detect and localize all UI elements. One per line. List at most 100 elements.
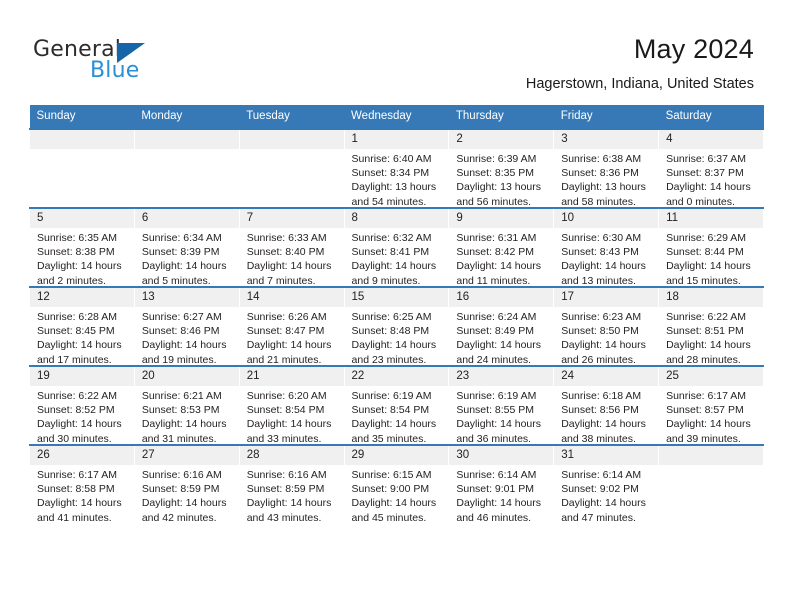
calendar-day-cell[interactable]: 6 Sunrise: 6:34 AM Sunset: 8:39 PM Daylight… (133, 207, 240, 287)
calendar-day-cell[interactable]: 10 Sunrise: 6:30 AM Sunset: 8:43 PM Dayligh… (553, 207, 660, 287)
day-cell-inner: 25 Sunrise: 6:17 AM Sunset: 8:57 PM Dayligh… (659, 367, 763, 444)
calendar-body: 1 Sunrise: 6:40 AM Sunset: 8:34 PM Daylight… (29, 128, 764, 523)
sunset-text: Sunset: 9:01 PM (456, 483, 535, 496)
day-cell-inner: 6 Sunrise: 6:34 AM Sunset: 8:39 PM Daylight… (134, 209, 239, 286)
sunset-text: Sunset: 8:40 PM (246, 246, 325, 259)
calendar-day-cell[interactable]: 21 Sunrise: 6:20 AM Sunset: 8:54 PM Dayligh… (238, 365, 345, 445)
calendar-day-cell[interactable]: 9 Sunrise: 6:31 AM Sunset: 8:42 PM Daylight… (448, 207, 555, 287)
calendar-day-cell[interactable]: 7 Sunrise: 6:33 AM Sunset: 8:40 PM Daylight… (238, 207, 345, 287)
daylight-text: Daylight: 14 hours and 15 minutes. (666, 260, 751, 286)
daylight-text: Daylight: 14 hours and 23 minutes. (351, 339, 437, 365)
calendar-day-cell[interactable]: 14 Sunrise: 6:26 AM Sunset: 8:47 PM Dayligh… (238, 286, 345, 366)
page-subtitle: Hagerstown, Indiana, United States (525, 76, 754, 92)
calendar-day-cell[interactable]: 18 Sunrise: 6:22 AM Sunset: 8:51 PM Dayligh… (658, 286, 764, 366)
sunset-text: Sunset: 8:57 PM (666, 404, 744, 417)
sunrise-text: Sunrise: 6:21 AM (141, 390, 222, 402)
day-number: 27 (134, 446, 239, 465)
day-cell-inner: 2 Sunrise: 6:39 AM Sunset: 8:35 PM Daylight… (449, 130, 554, 207)
weekday-header-row: Sunday Monday Tuesday Wednesday Thursday… (29, 105, 764, 129)
day-number: 24 (554, 367, 659, 386)
calendar-day-cell[interactable]: 29 Sunrise: 6:15 AM Sunset: 9:00 PM Dayligh… (343, 444, 450, 523)
sunset-text: Sunset: 8:59 PM (246, 483, 325, 496)
daylight-text: Daylight: 14 hours and 17 minutes. (37, 339, 122, 365)
day-sun-info: Sunrise: 6:37 AM Sunset: 8:37 PM Daylight:… (659, 149, 763, 207)
calendar-day-cell[interactable]: 17 Sunrise: 6:23 AM Sunset: 8:50 PM Dayligh… (553, 286, 660, 366)
sunset-text: Sunset: 8:36 PM (561, 167, 639, 180)
calendar-day-cell[interactable]: 11 Sunrise: 6:29 AM Sunset: 8:44 PM Dayligh… (658, 207, 764, 287)
sunrise-text: Sunrise: 6:19 AM (456, 390, 537, 402)
weekday-header-friday: Friday (553, 105, 659, 129)
daylight-text: Daylight: 14 hours and 19 minutes. (141, 339, 227, 365)
sunset-text: Sunset: 8:55 PM (456, 404, 535, 417)
day-number: 6 (134, 209, 239, 228)
calendar-day-cell[interactable]: 23 Sunrise: 6:19 AM Sunset: 8:55 PM Dayligh… (448, 365, 555, 445)
sunset-text: Sunset: 8:56 PM (561, 404, 639, 417)
day-cell-inner: 11 Sunrise: 6:29 AM Sunset: 8:44 PM Dayligh… (659, 209, 763, 286)
day-sun-info: Sunrise: 6:33 AM Sunset: 8:40 PM Daylight:… (240, 228, 344, 286)
day-sun-info: Sunrise: 6:17 AM Sunset: 8:58 PM Daylight:… (30, 465, 134, 523)
day-number: 11 (659, 209, 763, 228)
calendar-day-cell[interactable]: 27 Sunrise: 6:16 AM Sunset: 8:59 PM Dayligh… (133, 444, 240, 523)
day-sun-info: Sunrise: 6:15 AM Sunset: 9:00 PM Daylight:… (345, 465, 449, 523)
day-sun-info: Sunrise: 6:16 AM Sunset: 8:59 PM Daylight:… (135, 465, 239, 523)
calendar-day-cell[interactable]: 30 Sunrise: 6:14 AM Sunset: 9:01 PM Dayligh… (448, 444, 555, 523)
sunrise-text: Sunrise: 6:15 AM (351, 469, 432, 481)
day-sun-info: Sunrise: 6:22 AM Sunset: 8:52 PM Daylight:… (30, 386, 134, 444)
day-number: 4 (659, 130, 763, 149)
calendar-day-cell[interactable]: 16 Sunrise: 6:24 AM Sunset: 8:49 PM Dayligh… (448, 286, 555, 366)
calendar-day-cell[interactable]: 20 Sunrise: 6:21 AM Sunset: 8:53 PM Dayligh… (133, 365, 240, 445)
calendar-day-cell[interactable]: 26 Sunrise: 6:17 AM Sunset: 8:58 PM Dayligh… (29, 444, 135, 523)
sunrise-text: Sunrise: 6:22 AM (37, 390, 117, 402)
daylight-text: Daylight: 14 hours and 5 minutes. (141, 260, 227, 286)
calendar-day-cell[interactable]: 19 Sunrise: 6:22 AM Sunset: 8:52 PM Dayligh… (29, 365, 135, 445)
calendar-day-cell[interactable]: 4 Sunrise: 6:37 AM Sunset: 8:37 PM Daylight… (658, 128, 764, 208)
sunset-text: Sunset: 8:46 PM (141, 325, 220, 338)
day-cell-inner: 20 Sunrise: 6:21 AM Sunset: 8:53 PM Dayligh… (134, 367, 239, 444)
sunset-text: Sunset: 8:38 PM (37, 246, 115, 259)
day-cell-inner: 1 Sunrise: 6:40 AM Sunset: 8:34 PM Daylight… (344, 130, 449, 207)
day-sun-info: Sunrise: 6:26 AM Sunset: 8:47 PM Daylight:… (240, 307, 344, 365)
day-sun-info: Sunrise: 6:38 AM Sunset: 8:36 PM Daylight:… (554, 149, 658, 207)
calendar-day-cell[interactable]: 28 Sunrise: 6:16 AM Sunset: 8:59 PM Dayligh… (238, 444, 345, 523)
day-sun-info: Sunrise: 6:17 AM Sunset: 8:57 PM Daylight:… (659, 386, 763, 444)
calendar-week-row: 26 Sunrise: 6:17 AM Sunset: 8:58 PM Dayligh… (29, 444, 764, 523)
sunset-text: Sunset: 8:49 PM (456, 325, 535, 338)
calendar-week-row: 5 Sunrise: 6:35 AM Sunset: 8:38 PM Daylight… (29, 207, 764, 287)
day-number: 2 (449, 130, 554, 149)
day-sun-info: Sunrise: 6:39 AM Sunset: 8:35 PM Daylight:… (449, 149, 553, 207)
day-number: 18 (659, 288, 763, 307)
calendar-day-cell[interactable]: 31 Sunrise: 6:14 AM Sunset: 9:02 PM Dayligh… (553, 444, 660, 523)
sunset-text: Sunset: 8:42 PM (456, 246, 535, 259)
general-blue-logo[interactable]: General Blue (33, 37, 233, 87)
calendar-day-cell[interactable]: 2 Sunrise: 6:39 AM Sunset: 8:35 PM Daylight… (448, 128, 555, 208)
day-cell-inner: 14 Sunrise: 6:26 AM Sunset: 8:47 PM Dayligh… (239, 288, 344, 365)
calendar-day-cell[interactable]: 13 Sunrise: 6:27 AM Sunset: 8:46 PM Dayligh… (133, 286, 240, 366)
sunset-text: Sunset: 8:41 PM (351, 246, 430, 259)
sunrise-text: Sunrise: 6:14 AM (561, 469, 642, 481)
daylight-text: Daylight: 14 hours and 24 minutes. (456, 339, 542, 365)
sunrise-text: Sunrise: 6:32 AM (351, 232, 432, 244)
sunrise-text: Sunrise: 6:35 AM (37, 232, 117, 244)
calendar-day-cell[interactable]: 15 Sunrise: 6:25 AM Sunset: 8:48 PM Dayligh… (343, 286, 450, 366)
calendar-day-cell[interactable]: 3 Sunrise: 6:38 AM Sunset: 8:36 PM Daylight… (553, 128, 660, 208)
calendar-day-cell[interactable]: 24 Sunrise: 6:18 AM Sunset: 8:56 PM Dayligh… (553, 365, 660, 445)
calendar-day-cell[interactable]: 25 Sunrise: 6:17 AM Sunset: 8:57 PM Dayligh… (658, 365, 764, 445)
day-number: 21 (239, 367, 344, 386)
day-number: 14 (239, 288, 344, 307)
daylight-text: Daylight: 14 hours and 7 minutes. (246, 260, 332, 286)
day-number: 13 (134, 288, 239, 307)
calendar-day-cell[interactable]: 8 Sunrise: 6:32 AM Sunset: 8:41 PM Daylight… (343, 207, 450, 287)
day-sun-info: Sunrise: 6:21 AM Sunset: 8:53 PM Daylight:… (135, 386, 239, 444)
calendar-day-cell[interactable]: 22 Sunrise: 6:19 AM Sunset: 8:54 PM Dayligh… (343, 365, 450, 445)
weekday-header-sunday: Sunday (29, 105, 135, 129)
calendar-day-cell[interactable]: 12 Sunrise: 6:28 AM Sunset: 8:45 PM Dayligh… (29, 286, 135, 366)
day-cell-inner (659, 446, 763, 523)
weekday-header-wednesday: Wednesday (344, 105, 449, 129)
daylight-text: Daylight: 14 hours and 36 minutes. (456, 418, 542, 444)
sunset-text: Sunset: 9:02 PM (561, 483, 639, 496)
calendar-day-cell[interactable]: 1 Sunrise: 6:40 AM Sunset: 8:34 PM Daylight… (343, 128, 450, 208)
calendar-day-cell[interactable]: 5 Sunrise: 6:35 AM Sunset: 8:38 PM Daylight… (29, 207, 135, 287)
sunset-text: Sunset: 8:37 PM (666, 167, 744, 180)
calendar-week-row: 12 Sunrise: 6:28 AM Sunset: 8:45 PM Dayligh… (29, 286, 764, 366)
day-sun-info: Sunrise: 6:24 AM Sunset: 8:49 PM Daylight:… (449, 307, 553, 365)
